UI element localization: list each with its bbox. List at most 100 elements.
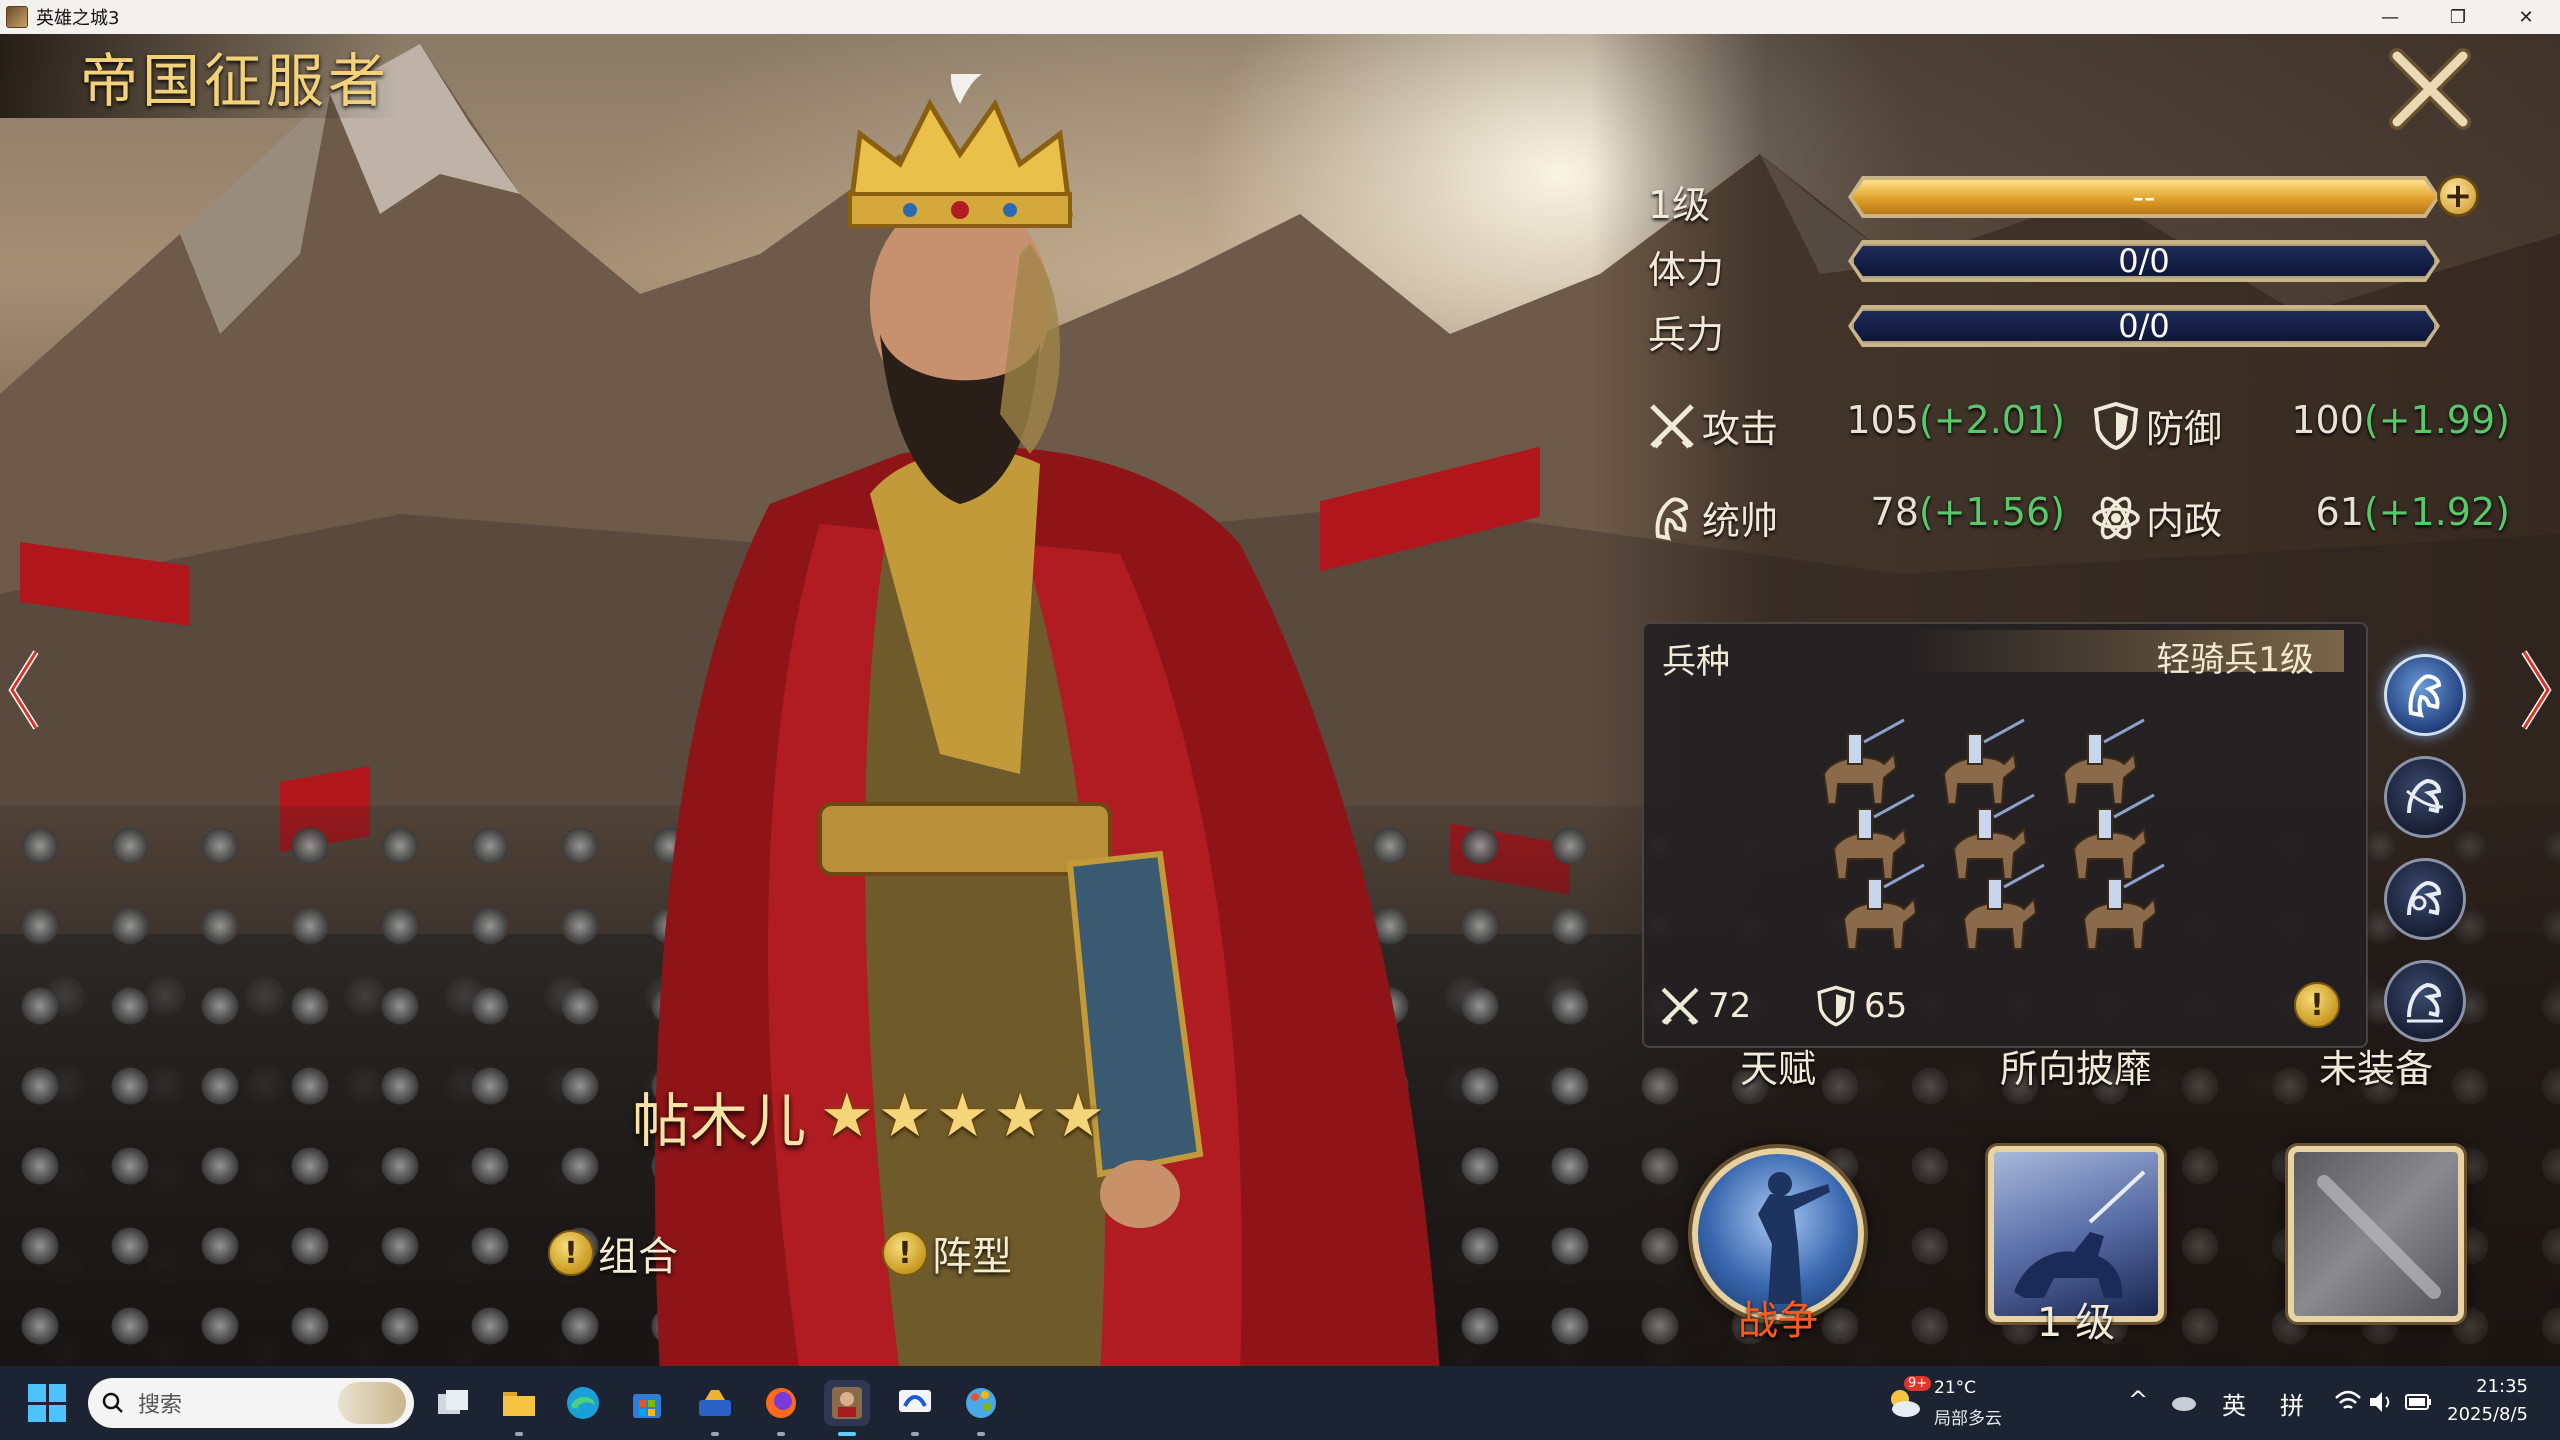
file-explorer-icon[interactable] [496, 1380, 542, 1436]
search-highlight-icon [338, 1382, 406, 1424]
defense-bonus: (+1.99) [2363, 398, 2510, 442]
star-icon: ★ [1051, 1081, 1105, 1151]
troop-defense-value: 65 [1864, 986, 1908, 1026]
window-controls: — ❐ ✕ [2356, 0, 2560, 34]
page-title: 帝国征服者 [80, 47, 391, 115]
onedrive-icon[interactable] [2168, 1390, 2198, 1414]
troop-attack-value: 72 [1708, 986, 1752, 1026]
troop-card[interactable]: 兵种 轻骑兵1级 72 65 ! [1642, 622, 2368, 1048]
combo-label: 组合 [598, 1234, 678, 1280]
windows-taskbar: 搜索 9+ 21°C 局部多云 ^ 英 拼 21:35 2025/8/5 [0, 1366, 2560, 1440]
close-icon[interactable] [2385, 44, 2475, 134]
star-icon: ★ [820, 1081, 874, 1151]
stamina-bar: 0/0 [1852, 244, 2436, 278]
cavalry-heavy-icon [2407, 880, 2442, 916]
attack-bonus: (+2.01) [1918, 398, 2065, 442]
shield-icon [2093, 401, 2139, 450]
clock-date[interactable]: 2025/8/5 [2447, 1404, 2528, 1425]
troop-type-name: 轻骑兵1级 [2156, 640, 2314, 680]
clock-time[interactable]: 21:35 [2476, 1376, 2528, 1397]
ime-mode[interactable]: 拼 [2280, 1386, 2304, 1421]
politics-bonus: (+1.92) [2363, 490, 2510, 534]
app-icon [6, 6, 28, 28]
cavalry-light-icon [2408, 674, 2442, 718]
level-progress-bar: -- [1852, 180, 2436, 214]
hero-name-row: 帖木儿 ★ ★ ★ ★ ★ [632, 1074, 1109, 1158]
previous-hero-arrow-icon[interactable] [6, 648, 42, 732]
cavalry-elite-icon [2407, 982, 2443, 1023]
stamina-label: 体力 [1648, 248, 1725, 292]
star-icon: ★ [935, 1081, 990, 1151]
maximize-button[interactable]: ❐ [2424, 0, 2492, 34]
defense-label: 防御 [2146, 407, 2223, 451]
politics-label: 内政 [2146, 499, 2223, 543]
cavalry-archer-icon [2406, 778, 2444, 814]
taskbar-search[interactable]: 搜索 [88, 1378, 414, 1428]
defense-value: 100(+1.99) [2291, 398, 2510, 442]
troop-type-button-3[interactable] [2384, 858, 2466, 940]
leadership-bonus: (+1.56) [1918, 490, 2065, 534]
troops-bar: 0/0 [1852, 309, 2436, 343]
swords-icon [1650, 403, 1694, 448]
attribute-leadership: 统帅 [1646, 490, 1778, 545]
formation-label: 阵型 [932, 1234, 1012, 1280]
wifi-icon[interactable] [2334, 1390, 2362, 1414]
game-taskbar-icon[interactable] [824, 1380, 870, 1436]
weather-description: 局部多云 [1934, 1409, 2002, 1429]
edge-browser-icon[interactable] [560, 1380, 606, 1426]
skill-heading: 所向披靡 [1999, 1047, 2152, 1091]
close-window-button[interactable]: ✕ [2492, 0, 2560, 34]
weather-temperature: 21°C [1934, 1378, 1977, 1398]
window-titlebar: 英雄之城3 — ❐ ✕ [0, 0, 2560, 34]
swords-icon [1661, 987, 1699, 1026]
troop-header: 兵种 [1662, 642, 1730, 682]
hero-detail-screen: 帝国征服者 帖木儿 ★ ★ ★ ★ ★ ! 组合 ! 阵型 1级 -- + 体力… [0, 34, 2560, 1366]
firefox-icon[interactable] [758, 1380, 804, 1436]
ime-language[interactable]: 英 [2222, 1386, 2246, 1421]
level-label: 1级 [1648, 183, 1711, 227]
volume-icon[interactable] [2368, 1390, 2394, 1414]
battery-icon[interactable] [2404, 1392, 2432, 1412]
attack-label: 攻击 [1702, 407, 1779, 451]
cavalry-icon [1655, 497, 1689, 541]
alert-icon: ! [548, 1230, 594, 1276]
star-icon: ★ [993, 1081, 1048, 1151]
troop-defense: 65 [1814, 984, 1907, 1028]
attribute-defense: 防御 [2090, 398, 2222, 453]
combo-button[interactable]: ! 组合 [548, 1224, 678, 1282]
hero-name: 帖木儿 [632, 1087, 807, 1155]
alert-icon: ! [882, 1230, 928, 1276]
leadership-label: 统帅 [1702, 499, 1779, 543]
troop-alert-icon[interactable]: ! [2294, 982, 2340, 1028]
equipment-heading: 未装备 [2318, 1047, 2433, 1091]
start-button[interactable] [28, 1384, 66, 1422]
level-up-plus-button[interactable]: + [2437, 175, 2479, 217]
leadership-value: 78(+1.56) [1870, 490, 2065, 534]
troop-type-button-2[interactable] [2384, 756, 2466, 838]
equipment-slot-empty[interactable] [2288, 1146, 2464, 1322]
desktop-tool-icon[interactable] [692, 1380, 738, 1436]
weather-badge: 9+ [1904, 1376, 1932, 1391]
politics-value: 61(+1.92) [2315, 490, 2510, 534]
paint-app-icon[interactable] [958, 1380, 1004, 1436]
formation-button[interactable]: ! 阵型 [882, 1224, 1012, 1282]
next-hero-arrow-icon[interactable] [2518, 648, 2554, 732]
shield-icon [1817, 985, 1855, 1027]
talent-name: 战争 [1738, 1298, 1818, 1344]
attribute-attack: 攻击 [1646, 398, 1778, 453]
task-view-icon[interactable] [430, 1380, 476, 1426]
window-title: 英雄之城3 [36, 8, 120, 29]
tray-overflow-chevron-icon[interactable]: ^ [2128, 1386, 2148, 1414]
troop-type-button-4[interactable] [2384, 960, 2466, 1042]
minimize-button[interactable]: — [2356, 0, 2424, 34]
hero-portrait [654, 74, 1440, 1366]
troops-label: 兵力 [1648, 313, 1725, 357]
microsoft-store-icon[interactable] [624, 1380, 670, 1426]
remote-app-icon[interactable] [892, 1380, 938, 1436]
troop-type-button-1[interactable] [2384, 654, 2466, 736]
skill-level: 1 级 [2036, 1300, 2116, 1346]
troop-attack: 72 [1658, 984, 1751, 1028]
search-icon [102, 1392, 123, 1413]
attack-value: 105(+2.01) [1846, 398, 2065, 442]
star-icon: ★ [877, 1081, 932, 1151]
